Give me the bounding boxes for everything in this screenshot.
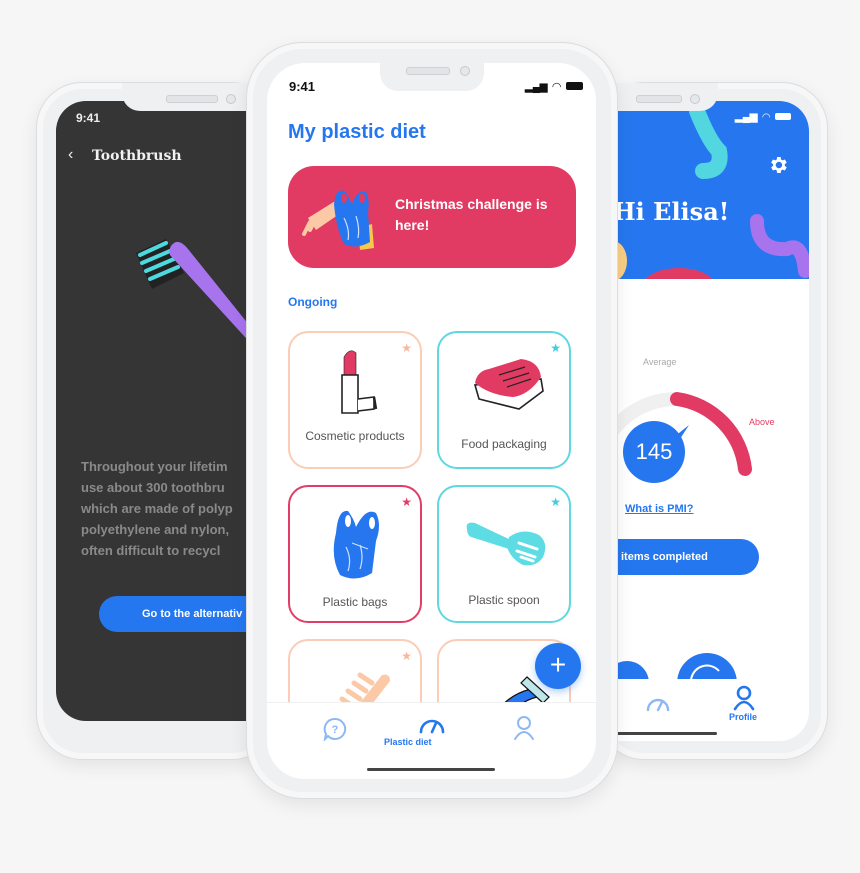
- signal-icon: ▂▄▆: [735, 112, 758, 123]
- battery-icon: [775, 113, 792, 120]
- items-completed-button[interactable]: items completed: [617, 539, 759, 575]
- status-time: 9:41: [289, 79, 316, 94]
- chevron-left-icon[interactable]: ‹: [68, 146, 73, 164]
- home-indicator: [617, 732, 717, 735]
- star-icon[interactable]: ★: [401, 649, 412, 663]
- speaker-icon: [166, 95, 218, 103]
- gear-icon[interactable]: [767, 154, 789, 176]
- camera-icon: [690, 94, 700, 104]
- gauge-marker: [690, 412, 700, 422]
- star-icon[interactable]: ★: [550, 341, 561, 355]
- gauge-label-above: Above: [749, 417, 775, 427]
- right-phone: Hi Elisa! Average Above 145 What is PMI?…: [598, 82, 828, 760]
- left-phone: 9:41 ‹ Toothbrush Throughout your lifeti…: [36, 82, 282, 760]
- badge-icons: [617, 653, 737, 681]
- what-is-pmi-link[interactable]: What is PMI?: [625, 503, 693, 515]
- signal-icon: ▂▄▆: [525, 82, 548, 93]
- profile-icon[interactable]: [733, 685, 755, 711]
- home-indicator: [367, 768, 495, 771]
- help-bubble-icon[interactable]: ?: [323, 717, 347, 741]
- bottom-nav: Profile: [617, 679, 809, 741]
- card-label: Plastic spoon: [468, 593, 540, 607]
- decorative-squiggles: [617, 103, 809, 279]
- gauge-icon[interactable]: [645, 693, 671, 713]
- gauge-label-average: Average: [643, 357, 677, 367]
- nav-label-plastic-diet[interactable]: Plastic diet: [384, 737, 432, 747]
- category-card-plastic-bags[interactable]: ★ Plastic bags: [288, 485, 422, 623]
- status-icons: ▂▄▆ ◠: [735, 107, 792, 125]
- card-label: Cosmetic products: [305, 429, 405, 443]
- pmi-value: 145: [623, 421, 685, 483]
- plastic-diet-screen: 9:41 ▂▄▆ ◠ My plastic diet Christmas cha…: [267, 63, 596, 779]
- spatula-icon: [466, 522, 546, 566]
- wifi-icon: ◠: [551, 81, 562, 93]
- banner-text: Christmas challenge is here!: [395, 196, 548, 233]
- page-title: My plastic diet: [288, 121, 426, 143]
- wifi-icon: ◠: [761, 112, 771, 123]
- comb-and-bag-illustration: [302, 190, 374, 250]
- speaker-icon: [406, 67, 450, 75]
- category-card-food-packaging[interactable]: ★ Food packaging: [437, 331, 571, 469]
- plastic-bag-icon: [333, 510, 379, 579]
- star-icon[interactable]: ★: [401, 341, 412, 355]
- christmas-challenge-banner[interactable]: Christmas challenge is here!: [288, 166, 576, 268]
- page-title: Toothbrush: [92, 148, 182, 164]
- star-icon[interactable]: ★: [401, 495, 412, 509]
- star-icon[interactable]: ★: [550, 495, 561, 509]
- status-time: 9:41: [76, 111, 101, 125]
- add-button[interactable]: +: [535, 643, 581, 689]
- badge-icon: [617, 661, 649, 681]
- svg-text:?: ?: [332, 724, 339, 736]
- center-phone: 9:41 ▂▄▆ ◠ My plastic diet Christmas cha…: [246, 42, 618, 799]
- food-tray-icon: [473, 359, 544, 410]
- badge-icon: [677, 653, 737, 681]
- profile-icon[interactable]: [513, 715, 535, 741]
- plastic-bag-icon: [334, 190, 370, 247]
- gauge-icon[interactable]: [418, 713, 446, 735]
- card-label: Plastic bags: [322, 595, 388, 609]
- toothbrush-screen: 9:41 ‹ Toothbrush Throughout your lifeti…: [56, 101, 276, 721]
- camera-icon: [226, 94, 236, 104]
- category-card-cosmetic-products[interactable]: ★ Cosmetic products: [288, 331, 422, 469]
- profile-screen: Hi Elisa! Average Above 145 What is PMI?…: [617, 101, 809, 741]
- notch: [380, 61, 484, 91]
- bottom-nav: ? Plastic diet: [267, 703, 596, 779]
- battery-icon: [565, 81, 583, 90]
- status-icons: ▂▄▆ ◠: [525, 77, 583, 95]
- section-label-ongoing: Ongoing: [288, 295, 338, 309]
- card-label: Food packaging: [461, 437, 547, 451]
- category-card-plastic-spoon[interactable]: ★ Plastic spoon: [437, 485, 571, 623]
- gauge-above-segment: [670, 392, 752, 476]
- nav-label-profile[interactable]: Profile: [729, 712, 757, 722]
- speaker-icon: [636, 95, 682, 103]
- camera-icon: [460, 66, 470, 76]
- lipstick-icon: [341, 350, 378, 414]
- greeting: Hi Elisa!: [617, 197, 730, 226]
- profile-header: Hi Elisa!: [617, 101, 809, 279]
